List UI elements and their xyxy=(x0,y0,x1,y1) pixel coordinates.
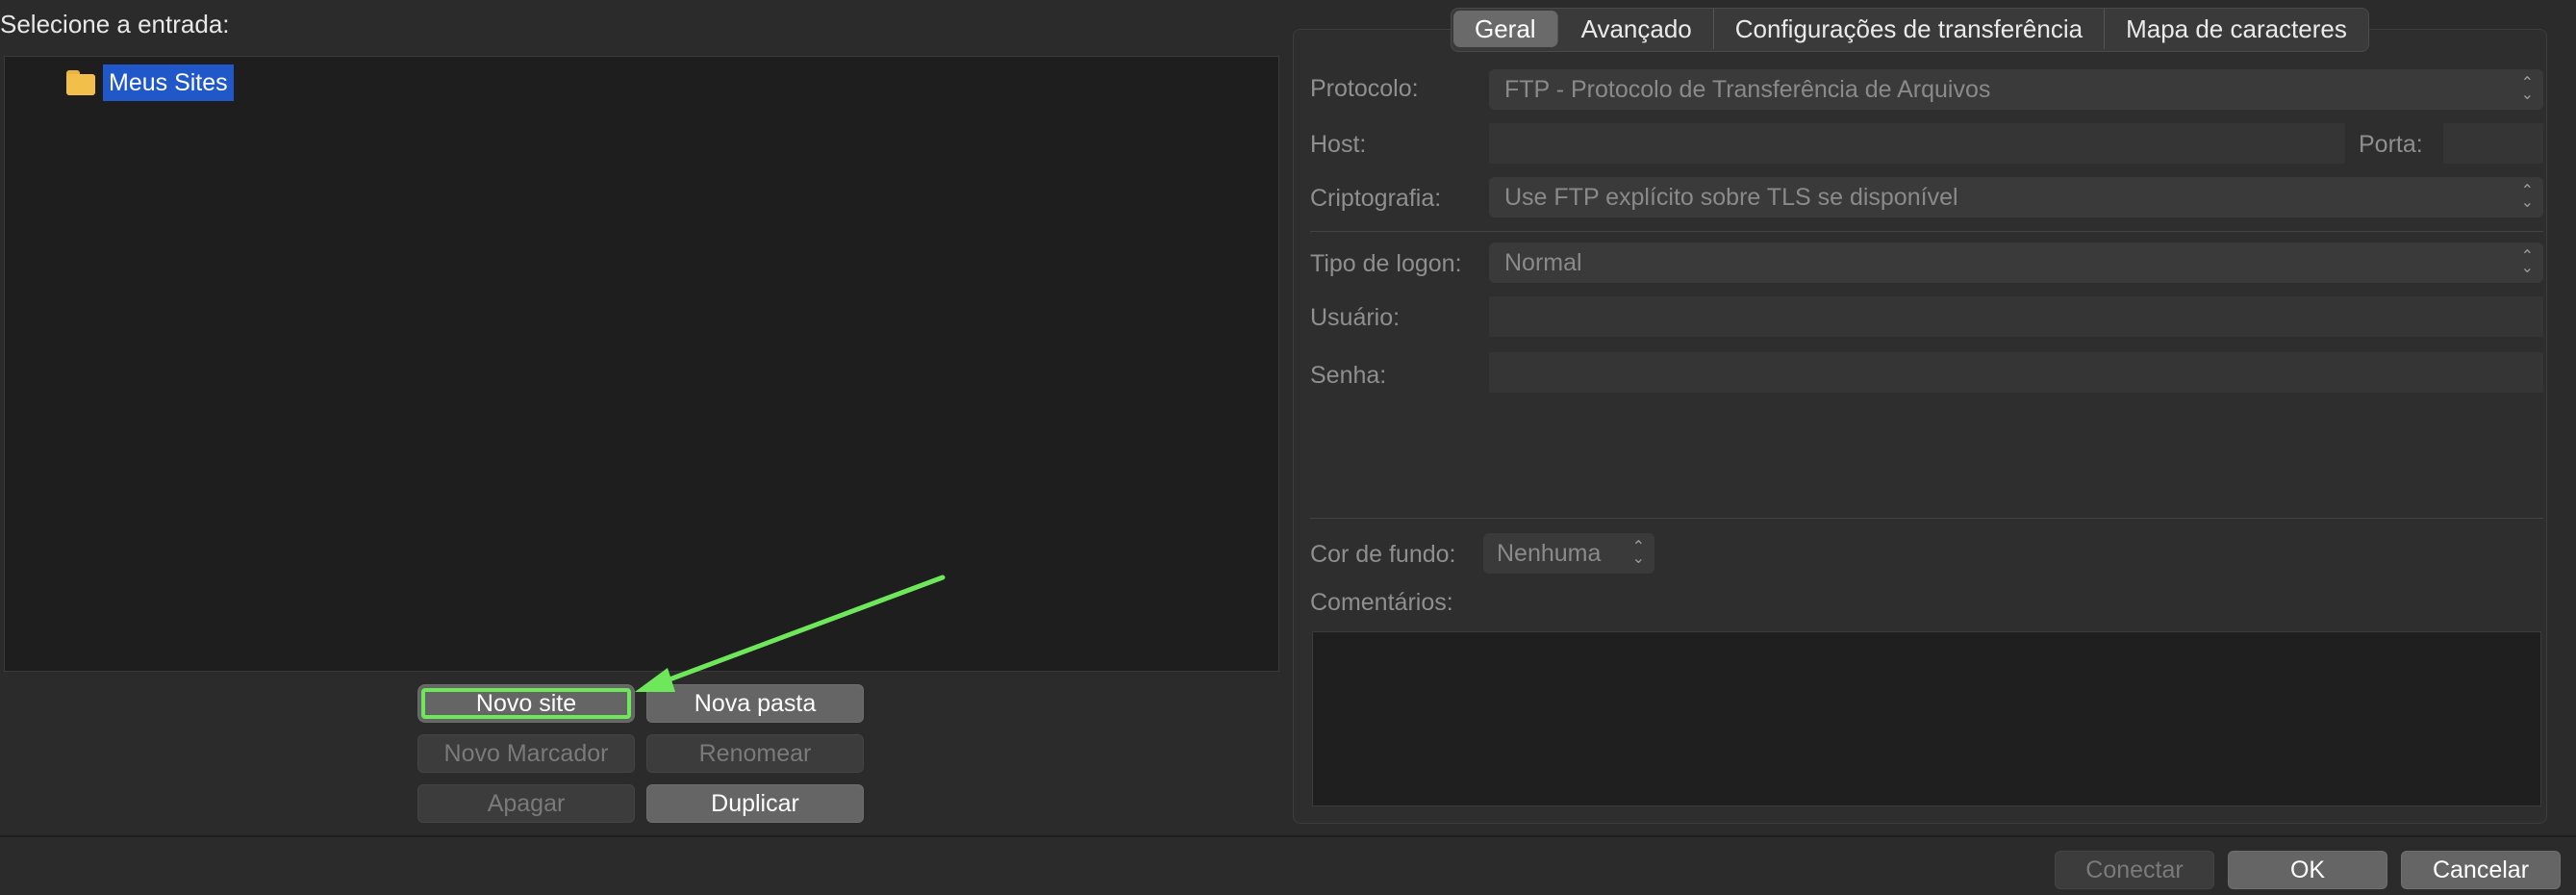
encryption-label: Criptografia: xyxy=(1310,185,1442,212)
user-input[interactable] xyxy=(1489,296,2543,337)
rename-button[interactable]: Renomear xyxy=(646,734,864,773)
user-label: Usuário: xyxy=(1310,304,1401,331)
new-folder-button[interactable]: Nova pasta xyxy=(646,684,864,723)
site-tree[interactable]: Meus Sites xyxy=(4,56,1279,672)
folder-icon xyxy=(66,70,97,95)
cancel-button[interactable]: Cancelar xyxy=(2401,851,2561,889)
logon-type-label: Tipo de logon: xyxy=(1310,250,1462,277)
host-label: Host: xyxy=(1310,131,1367,158)
ok-button[interactable]: OK xyxy=(2228,851,2387,889)
tab-advanced[interactable]: Avançado xyxy=(1560,9,1714,49)
password-label: Senha: xyxy=(1310,362,1387,389)
protocol-select[interactable]: FTP - Protocolo de Transferência de Arqu… xyxy=(1489,69,2543,110)
new-site-button[interactable]: Novo site xyxy=(417,684,635,723)
port-input[interactable] xyxy=(2443,123,2543,164)
settings-tabs: Geral Avançado Configurações de transfer… xyxy=(1451,8,2369,52)
tree-item-label: Meus Sites xyxy=(103,64,234,101)
logon-type-value: Normal xyxy=(1504,248,1582,276)
tab-general[interactable]: Geral xyxy=(1453,11,1558,47)
separator xyxy=(1310,231,2543,232)
tree-item-my-sites[interactable]: Meus Sites xyxy=(66,64,234,101)
chevron-updown-icon: ⌃ ⌄ xyxy=(2520,75,2534,103)
site-manager-window: Selecione a entrada: Meus Sites Novo sit… xyxy=(0,0,2576,895)
comments-label: Comentários: xyxy=(1310,589,1453,616)
host-input[interactable] xyxy=(1489,123,2345,164)
new-bookmark-button[interactable]: Novo Marcador xyxy=(417,734,635,773)
port-label: Porta: xyxy=(2359,131,2423,158)
separator xyxy=(1310,518,2543,519)
logon-type-select[interactable]: Normal ⌃ ⌄ xyxy=(1489,243,2543,283)
password-input[interactable] xyxy=(1489,352,2543,393)
chevron-updown-icon: ⌃ ⌄ xyxy=(2520,183,2534,211)
duplicate-button[interactable]: Duplicar xyxy=(646,784,864,823)
bottom-divider xyxy=(0,835,2576,837)
delete-button[interactable]: Apagar xyxy=(417,784,635,823)
protocol-value: FTP - Protocolo de Transferência de Arqu… xyxy=(1504,75,1991,103)
bgcolor-select[interactable]: Nenhuma ⌃ ⌄ xyxy=(1483,533,1654,574)
tab-charset[interactable]: Mapa de caracteres xyxy=(2105,9,2368,49)
comments-textarea[interactable] xyxy=(1312,631,2541,806)
tab-transfer-settings[interactable]: Configurações de transferência xyxy=(1714,9,2106,49)
protocol-label: Protocolo: xyxy=(1310,75,1419,102)
connect-button[interactable]: Conectar xyxy=(2055,851,2214,889)
select-entry-label: Selecione a entrada: xyxy=(0,10,230,38)
bgcolor-value: Nenhuma xyxy=(1497,539,1602,567)
bgcolor-label: Cor de fundo: xyxy=(1310,541,1456,568)
encryption-select[interactable]: Use FTP explícito sobre TLS se disponíve… xyxy=(1489,177,2543,217)
chevron-updown-icon: ⌃ ⌄ xyxy=(1631,539,1645,567)
encryption-value: Use FTP explícito sobre TLS se disponíve… xyxy=(1504,183,1958,211)
chevron-updown-icon: ⌃ ⌄ xyxy=(2520,248,2534,276)
